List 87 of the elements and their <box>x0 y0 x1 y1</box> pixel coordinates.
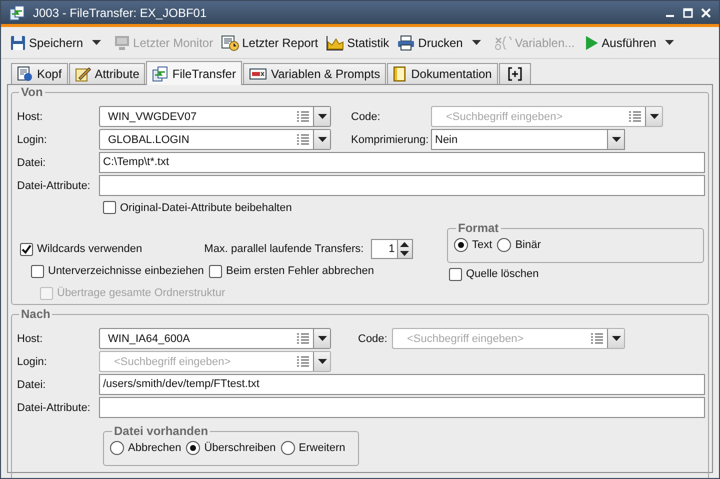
radio-button[interactable]: Überschreiben <box>186 441 276 455</box>
list-icon[interactable] <box>297 111 309 122</box>
list-icon[interactable] <box>297 333 309 344</box>
field-label: Datei-Attribute: <box>17 180 92 192</box>
field-label: Host: <box>17 110 44 122</box>
field-label: Code: <box>351 110 382 122</box>
caret-icon <box>650 114 658 119</box>
radio-button[interactable]: Erweitern <box>280 441 346 455</box>
report-clock-icon <box>221 34 240 50</box>
spinner-arrows-icon[interactable] <box>396 240 412 258</box>
maximize-icon[interactable] <box>683 8 693 18</box>
list-icon[interactable] <box>629 111 641 122</box>
dropdown-button[interactable] <box>313 107 330 126</box>
field-label: Datei: <box>17 156 47 168</box>
list-icon[interactable] <box>591 333 603 344</box>
group-title: Von <box>20 85 44 99</box>
variables-icon <box>248 67 267 81</box>
plus-icon <box>508 67 522 81</box>
tab[interactable]: Attribute <box>68 63 146 84</box>
caret-icon <box>612 137 620 142</box>
caret-icon <box>318 137 326 142</box>
checkbox[interactable]: Unterverzeichnisse einbeziehen <box>31 264 209 278</box>
group-title: Nach <box>20 307 52 321</box>
field-label: Host: <box>17 332 44 344</box>
dropdown-button[interactable] <box>607 329 624 348</box>
check-icon <box>21 244 32 254</box>
file-attributes-field[interactable] <box>99 175 705 196</box>
field-label: Komprimierung: <box>351 134 430 146</box>
pencil-icon <box>74 66 91 82</box>
field-label: Datei-Attribute: <box>17 402 92 414</box>
tab[interactable]: Variablen & Prompts <box>242 63 386 84</box>
host-combo-box[interactable]: WIN_VWGDEV07 <box>99 106 331 127</box>
chart-icon <box>326 34 344 50</box>
spinner-field[interactable]: 1 <box>370 239 413 259</box>
printer-icon <box>397 34 416 50</box>
login-combo-box[interactable]: GLOBAL.LOGIN <box>99 129 331 150</box>
window-title: J003 - FileTransfer: EX_JOBF01 <box>33 6 208 20</box>
dropdown-button[interactable] <box>313 352 330 371</box>
checkbox[interactable]: Beim ersten Fehler abbrechen <box>209 264 374 278</box>
radio-button[interactable]: Text <box>454 238 492 252</box>
list-icon[interactable] <box>297 134 309 145</box>
tab[interactable]: FileTransfer <box>146 61 242 85</box>
host-combo-box[interactable]: WIN_IA64_600A <box>99 328 331 349</box>
file-attributes-field[interactable] <box>99 397 705 418</box>
checkbox[interactable]: Quelle löschen <box>449 268 539 280</box>
book-icon <box>393 66 408 82</box>
field-label: Max. parallel laufende Transfers: <box>204 243 364 255</box>
caret-icon[interactable] <box>472 40 481 45</box>
checkbox[interactable]: Wildcards verwenden <box>20 242 142 256</box>
chart-button[interactable]: Statistik <box>323 32 392 52</box>
field-label: Datei: <box>17 378 47 390</box>
file-field[interactable]: /users/smith/dev/temp/FTtest.txt <box>99 374 705 395</box>
dropdown-button[interactable] <box>607 130 624 149</box>
tab[interactable]: Kopf <box>11 63 68 84</box>
group-title: Format <box>457 221 500 235</box>
group-title: Datei vorhanden <box>113 424 210 438</box>
field-label: Login: <box>17 356 48 368</box>
printer-button[interactable]: Drucken <box>394 32 466 52</box>
list-icon[interactable] <box>297 356 309 367</box>
caret-icon <box>318 114 326 119</box>
transfer-icon <box>9 4 25 20</box>
monitor-icon <box>114 34 130 50</box>
radio-button[interactable]: Abbrechen <box>110 441 182 455</box>
close-icon[interactable] <box>701 8 711 18</box>
add-tab-button[interactable] <box>498 63 531 84</box>
tab[interactable]: Dokumentation <box>387 63 498 84</box>
dropdown-button[interactable] <box>645 107 662 126</box>
document-info-icon <box>17 66 33 82</box>
field-label: Login: <box>17 134 48 146</box>
dropdown-button[interactable] <box>313 329 330 348</box>
caret-icon <box>318 359 326 364</box>
field-label: Code: <box>358 332 388 344</box>
dropdown-button[interactable] <box>313 130 330 149</box>
caret-icon[interactable] <box>92 40 102 45</box>
report-button[interactable]: Letzter Report <box>218 32 322 52</box>
transfer-icon <box>152 66 168 82</box>
caret-icon <box>612 336 620 341</box>
radio-button[interactable]: Binär <box>497 238 541 252</box>
file-field[interactable]: C:\Temp\t*.txt <box>99 152 705 173</box>
caret-icon <box>318 336 326 341</box>
caret-icon[interactable] <box>665 40 674 45</box>
floppy-icon <box>10 34 26 50</box>
variables-icon <box>494 34 512 50</box>
checkbox[interactable]: Original-Datei-Attribute beibehalten <box>103 201 292 214</box>
play-button[interactable]: Ausführen <box>580 32 660 52</box>
compression-dropdown[interactable]: Nein <box>431 129 625 150</box>
save-button[interactable]: Speichern <box>7 32 86 52</box>
